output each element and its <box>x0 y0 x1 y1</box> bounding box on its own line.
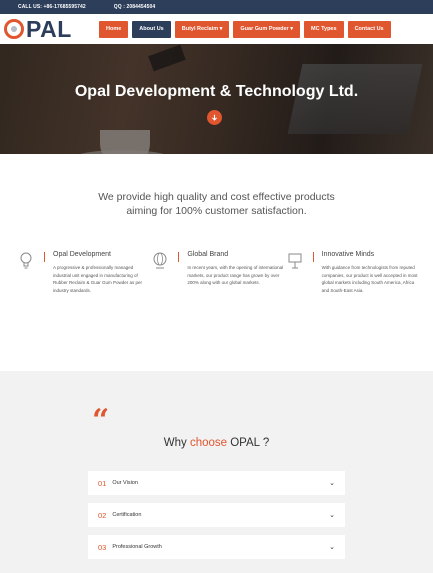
feature-global-brand: Global Brand In recent years, with the o… <box>150 248 284 347</box>
why-title-accent: choose <box>189 437 228 449</box>
accordion-label: Professional Growth <box>112 544 162 550</box>
chevron-down-icon[interactable]: ⌄ <box>329 543 335 551</box>
qq-text: QQ : 2084454504 <box>113 4 156 10</box>
feature-text: In recent years, with the opening of int… <box>187 265 284 286</box>
why-title-suffix: OPAL ? <box>227 437 270 449</box>
accordion-certification[interactable]: 02 Certification ⌄ <box>88 503 345 527</box>
chevron-down-icon[interactable]: ⌄ <box>329 511 335 519</box>
features-row: Opal Development A progressive & profess… <box>0 230 433 347</box>
accordion-number: 02 <box>98 510 107 520</box>
accordion-number: 01 <box>98 478 107 488</box>
quote-icon: “ <box>92 403 110 438</box>
board-icon <box>285 251 305 271</box>
nav-butyl-reclaim[interactable]: Butyl Reclaim ▾ <box>174 20 230 38</box>
nav-guar-gum-powder[interactable]: Guar Gum Powder ▾ <box>233 20 300 38</box>
accordion-label: Our Vision <box>112 480 138 486</box>
logo[interactable]: PAL <box>4 15 96 42</box>
feature-opal-development: Opal Development A progressive & profess… <box>16 248 150 347</box>
feature-divider <box>312 252 314 262</box>
lightbulb-icon <box>16 251 36 271</box>
feature-innovative-minds: Innovative Minds With guidance from tech… <box>285 248 419 347</box>
nav-mc-types[interactable]: MC Types <box>303 20 344 38</box>
logo-text: PAL <box>26 15 72 42</box>
scroll-down-button[interactable] <box>207 110 222 125</box>
accordion-our-vision[interactable]: 01 Our Vision ⌄ <box>88 471 345 495</box>
feature-text: With guidance from technologists from re… <box>321 265 418 293</box>
tagline-line-1: We provide high quality and cost effecti… <box>98 191 335 203</box>
phone-text: CALL US: +86-17685595742 <box>18 4 86 10</box>
why-choose-section: “ Why choose OPAL ? 01 Our Vision ⌄ 02 C… <box>0 371 433 573</box>
accordion-professional-growth[interactable]: 03 Professional Growth ⌄ <box>88 535 345 559</box>
globe-icon <box>150 251 170 271</box>
why-title: Why choose OPAL ? <box>0 437 433 449</box>
nav-home[interactable]: Home <box>99 20 129 38</box>
arrow-down-icon <box>212 114 217 121</box>
accordion-label: Certification <box>112 512 142 518</box>
feature-divider <box>44 252 45 262</box>
tagline: We provide high quality and cost effecti… <box>0 190 433 230</box>
feature-title: Global Brand <box>187 251 229 258</box>
accordion-number: 03 <box>98 542 107 552</box>
feature-title: Opal Development <box>53 251 111 258</box>
top-contact-bar: CALL US: +86-17685595742 QQ : 2084454504 <box>0 0 433 14</box>
logo-o-icon <box>4 19 24 39</box>
tagline-line-2: aiming for 100% customer satisfaction. <box>126 205 307 217</box>
feature-divider <box>178 252 180 262</box>
nav-about-us[interactable]: About Us <box>132 20 171 38</box>
why-title-prefix: Why <box>163 437 190 449</box>
main-nav: Home About Us Butyl Reclaim ▾ Guar Gum P… <box>99 20 391 38</box>
navbar: PAL Home About Us Butyl Reclaim ▾ Guar G… <box>0 14 433 44</box>
feature-title: Innovative Minds <box>321 251 375 258</box>
hero-title: Opal Development & Technology Ltd. <box>74 83 359 100</box>
feature-text: A progressive & professionally managed i… <box>53 265 143 293</box>
chevron-down-icon[interactable]: ⌄ <box>329 479 335 487</box>
hero-banner: Opal Development & Technology Ltd. <box>0 44 433 154</box>
nav-contact-us[interactable]: Contact Us <box>347 20 391 38</box>
